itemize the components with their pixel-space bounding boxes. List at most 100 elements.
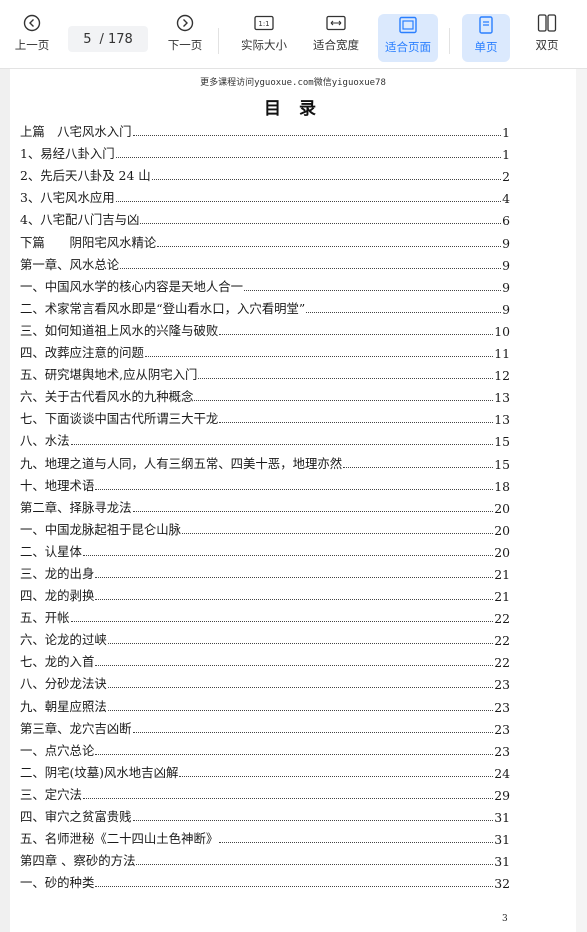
toc-entry[interactable]: 三、如何知道祖上风水的兴隆与破败 10 — [20, 317, 510, 339]
toc-entry-title: 第三章、龙穴吉凶断 — [20, 720, 132, 736]
toc-entry[interactable]: 七、下面谈谈中国古代所谓三大干龙 13 — [20, 405, 510, 427]
toc-entry[interactable]: 六、论龙的过峡 22 — [20, 626, 510, 648]
toc-entry-page: 1 — [502, 125, 510, 141]
toc-entry[interactable]: 七、龙的入首 22 — [20, 648, 510, 670]
toc-entry[interactable]: 第三章、龙穴吉凶断 23 — [20, 715, 510, 737]
toc-entry-title: 九、朝星应照法 — [20, 698, 107, 714]
chevron-left-icon — [23, 12, 41, 34]
toc-entry[interactable]: 1、易经八卦入门 1 — [20, 140, 510, 162]
total-pages: / 178 — [99, 31, 133, 47]
toc-entry[interactable]: 第一章、风水总论 9 — [20, 251, 510, 273]
toc-leader-dots — [132, 510, 494, 512]
toc-entry-page: 18 — [494, 478, 510, 494]
toc-entry-title: 三、龙的出身 — [20, 565, 95, 581]
toc-leader-dots — [107, 686, 494, 689]
toc-entry[interactable]: 五、研究堪舆地术,应从阴宅入门 12 — [20, 361, 510, 383]
toc-entry-page: 13 — [494, 412, 510, 428]
toc-entry[interactable]: 二、术家常言看风水即是“登山看水口，入穴看明堂” 9 — [20, 295, 510, 317]
toc-entry[interactable]: 下篇 阴阳宅风水精论 9 — [20, 228, 510, 251]
toc-leader-dots — [82, 554, 494, 556]
toc-entry[interactable]: 2、先后天八卦及 24 山 2 — [20, 162, 510, 184]
fit-width-label: 适合宽度 — [313, 38, 359, 52]
toc-entry[interactable]: 4、八宅配八门吉与凶 6 — [20, 206, 510, 228]
toc-leader-dots — [244, 289, 502, 291]
toc-entry[interactable]: 九、朝星应照法 23 — [20, 692, 510, 715]
toc-entry-page: 15 — [494, 456, 510, 472]
toc-leader-dots — [120, 267, 502, 269]
toc-entry[interactable]: 六、关于古代看风水的九种概念 13 — [20, 383, 510, 405]
toc-entry-title: 三、定穴法 — [20, 786, 82, 802]
toc-entry-page: 9 — [502, 279, 510, 295]
toc-entry[interactable]: 一、点穴总论 23 — [20, 737, 510, 759]
toc-entry[interactable]: 第四章 、察砂的方法 31 — [20, 847, 510, 869]
toc-entry-page: 22 — [494, 633, 510, 649]
toc-entry-page: 9 — [502, 257, 510, 273]
toc-entry[interactable]: 一、中国风水学的核心内容是天地人合一 9 — [20, 273, 510, 295]
toc-entry[interactable]: 上篇 八宅风水入门 1 — [20, 118, 510, 140]
toc-entry-page: 32 — [494, 876, 510, 892]
toc-leader-dots — [107, 709, 494, 711]
toc-entry[interactable]: 三、龙的出身 21 — [20, 560, 510, 582]
toc-entry-page: 31 — [494, 832, 510, 848]
toc-entry-page: 11 — [494, 346, 510, 362]
toc-entry-title: 六、关于古代看风水的九种概念 — [20, 389, 194, 405]
toc-entry[interactable]: 九、地理之道与人同，人有三纲五常、四美十恶，地理亦然 15 — [20, 449, 510, 472]
toc-entry[interactable]: 四、龙的剥换 21 — [20, 582, 510, 604]
toc-entry-title: 第一章、风水总论 — [20, 256, 120, 272]
toc-entry[interactable]: 八、水法 15 — [20, 427, 510, 449]
next-page-button[interactable]: 下一页 — [163, 12, 207, 62]
toc-entry-page: 23 — [494, 699, 510, 715]
fit-width-button[interactable]: 适合宽度 — [308, 12, 364, 62]
toc-leader-dots — [306, 311, 502, 313]
toc-entry-page: 9 — [502, 301, 510, 317]
double-page-button[interactable]: 双页 — [526, 12, 568, 62]
single-page-button[interactable]: 单页 — [462, 14, 510, 62]
toc-entry[interactable]: 二、阴宅(坟墓)风水地吉凶解 24 — [20, 759, 510, 781]
toc-entry[interactable]: 三、定穴法 29 — [20, 781, 510, 803]
chevron-right-icon — [176, 12, 194, 34]
toc-entry[interactable]: 四、审穴之贫富贵贱 31 — [20, 803, 510, 825]
fit-page-button[interactable]: 适合页面 — [378, 14, 438, 62]
current-page-input[interactable]: 5 — [83, 32, 91, 47]
toc-entry-page: 21 — [494, 589, 510, 605]
toc-leader-dots — [82, 797, 494, 799]
toc-entry[interactable]: 四、改葬应注意的问题 11 — [20, 339, 510, 361]
toc-entry-title: 一、点穴总论 — [20, 742, 95, 758]
toc-entry[interactable]: 二、认星体 20 — [20, 538, 510, 560]
toc-leader-dots — [144, 355, 494, 358]
toc-leader-dots — [95, 488, 494, 490]
toc-leader-dots — [136, 863, 494, 866]
toc-entry[interactable]: 十、地理术语 18 — [20, 472, 510, 494]
single-page-icon — [478, 14, 494, 36]
watermark-text: 更多课程访问yguoxue.com微信yiguoxue78 — [200, 78, 386, 88]
toc-leader-dots — [95, 576, 494, 578]
fit-page-label: 适合页面 — [385, 40, 431, 54]
toc-entry[interactable]: 第二章、择脉寻龙法 20 — [20, 494, 510, 516]
toc-entry-page: 20 — [494, 500, 510, 516]
toc-entry-page: 23 — [494, 721, 510, 737]
page-number-field[interactable]: 5 / 178 — [68, 26, 148, 52]
toc-entry[interactable]: 八、分砂龙法诀 23 — [20, 670, 510, 692]
toc-entry-title: 二、阴宅(坟墓)风水地吉凶解 — [20, 764, 179, 780]
table-of-contents: 上篇 八宅风水入门 1 1、易经八卦入门 1 2、先后天八卦及 24 山 2 3、八宅风水应… — [20, 118, 510, 891]
fit-page-icon — [398, 14, 418, 36]
toc-entry-title: 八、分砂龙法诀 — [20, 676, 107, 692]
toc-leader-dots — [219, 841, 494, 844]
toc-leader-dots — [70, 443, 494, 446]
actual-size-button[interactable]: 1:1 实际大小 — [236, 12, 292, 62]
toc-entry[interactable]: 五、开帐 22 — [20, 604, 510, 626]
toolbar: 上一页 5 / 178 下一页 1:1 实际大小 适合宽度 适合页面 单页 双页 — [0, 0, 587, 69]
toc-entry-title: 2、先后天八卦及 24 山 — [20, 168, 151, 184]
toc-entry-page: 12 — [494, 368, 510, 384]
toolbar-divider — [449, 28, 450, 54]
toc-entry[interactable]: 一、中国龙脉起祖于昆仑山脉 20 — [20, 516, 510, 538]
toc-entry-page: 21 — [494, 566, 510, 582]
toc-entry[interactable]: 一、砂的种类 32 — [20, 869, 510, 891]
prev-page-button[interactable]: 上一页 — [10, 12, 54, 62]
page-footer-number: 3 — [502, 914, 508, 924]
page-title: 目 录 — [264, 99, 322, 119]
toc-entry-page: 2 — [502, 169, 510, 185]
toc-entry[interactable]: 3、八宅风水应用 4 — [20, 184, 510, 206]
toc-entry[interactable]: 五、名师泄秘《二十四山土色神断》 31 — [20, 825, 510, 847]
scrollbar[interactable] — [576, 69, 587, 932]
